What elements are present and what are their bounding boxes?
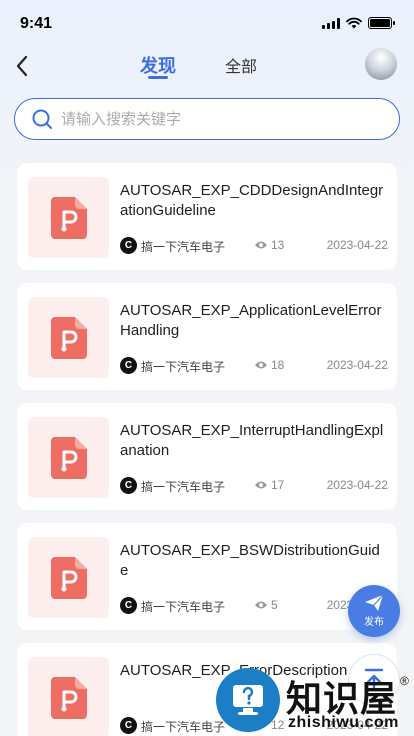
author-avatar: C <box>120 477 137 494</box>
document-thumbnail <box>28 417 109 498</box>
document-card[interactable]: AUTOSAR_EXP_CDDDesignAndIntegrationGuide… <box>17 163 397 270</box>
document-meta: C 搞一下汽车电子 18 2023-04-22 <box>120 357 388 375</box>
document-date: 2023-04-22 <box>326 358 388 372</box>
battery-icon <box>368 17 395 29</box>
ppt-file-icon <box>50 676 87 719</box>
author-name: 搞一下汽车电子 <box>141 600 226 614</box>
status-icons <box>322 17 395 29</box>
document-thumbnail <box>28 297 109 378</box>
watermark-domain: zhishiwu.com <box>288 714 399 731</box>
author-name: 搞一下汽车电子 <box>141 240 226 254</box>
header: 发现 全部 <box>0 48 414 92</box>
author-name: 搞一下汽车电子 <box>141 360 226 374</box>
document-card[interactable]: AUTOSAR_EXP_InterruptHandlingExplanation… <box>17 403 397 510</box>
ppt-file-icon <box>50 316 87 359</box>
view-count-value: 13 <box>271 238 285 252</box>
author-avatar: C <box>120 597 137 614</box>
author-name: 搞一下汽车电子 <box>141 480 226 494</box>
search-icon <box>32 109 52 129</box>
document-date: 2023-04-22 <box>326 478 388 492</box>
document-date: 2023-04-22 <box>326 238 388 252</box>
document-thumbnail <box>28 537 109 618</box>
wifi-icon <box>346 17 362 29</box>
document-meta: C 搞一下汽车电子 13 2023-04-22 <box>120 237 388 255</box>
eye-icon <box>255 601 267 609</box>
author-name: 搞一下汽车电子 <box>141 720 226 734</box>
eye-icon <box>255 481 267 489</box>
document-thumbnail <box>28 657 109 736</box>
status-time: 9:41 <box>20 15 53 32</box>
view-count: 18 <box>254 358 284 372</box>
document-list: AUTOSAR_EXP_CDDDesignAndIntegrationGuide… <box>17 163 397 736</box>
tab-all[interactable]: 全部 <box>225 53 257 77</box>
back-button[interactable] <box>8 52 36 80</box>
document-thumbnail <box>28 177 109 258</box>
chevron-left-icon <box>16 55 28 77</box>
view-count: 17 <box>254 478 284 492</box>
author-avatar: C <box>120 717 137 734</box>
eye-icon <box>255 241 267 249</box>
ppt-file-icon <box>50 556 87 599</box>
tab-discover[interactable]: 发现 <box>140 52 176 78</box>
document-meta: C 搞一下汽车电子 17 2023-04-22 <box>120 477 388 495</box>
author-avatar: C <box>120 237 137 254</box>
status-bar: 9:41 <box>0 0 414 48</box>
ppt-file-icon <box>50 436 87 479</box>
cellular-signal-icon <box>322 17 340 29</box>
watermark-logo <box>216 668 280 732</box>
watermark-registered: ® <box>400 674 409 688</box>
view-count: 13 <box>254 238 284 252</box>
search-input[interactable] <box>61 110 361 128</box>
view-count-value: 18 <box>271 358 285 372</box>
document-title: AUTOSAR_EXP_InterruptHandlingExplanation <box>120 422 384 459</box>
avatar[interactable] <box>365 48 397 80</box>
view-count-value: 5 <box>271 598 278 612</box>
eye-icon <box>255 361 267 369</box>
watermark: 知识屋 ® zhishiwu.com <box>216 666 412 732</box>
ppt-file-icon <box>50 196 87 239</box>
publish-button[interactable]: 发布 <box>348 585 400 637</box>
search-box[interactable] <box>14 98 400 140</box>
document-card[interactable]: AUTOSAR_EXP_ApplicationLevelErrorHandlin… <box>17 283 397 390</box>
document-title: AUTOSAR_EXP_CDDDesignAndIntegrationGuide… <box>120 182 384 219</box>
tab-active-indicator <box>148 76 168 79</box>
document-title: AUTOSAR_EXP_ApplicationLevelErrorHandlin… <box>120 302 382 339</box>
publish-label: 发布 <box>364 617 384 628</box>
view-count-value: 17 <box>271 478 285 492</box>
view-count: 5 <box>254 598 278 612</box>
document-title: AUTOSAR_EXP_BSWDistributionGuide <box>120 542 380 579</box>
document-card[interactable]: AUTOSAR_EXP_BSWDistributionGuide C 搞一下汽车… <box>17 523 397 630</box>
author-avatar: C <box>120 357 137 374</box>
paper-plane-icon <box>365 594 384 611</box>
monitor-question-icon <box>233 685 263 715</box>
